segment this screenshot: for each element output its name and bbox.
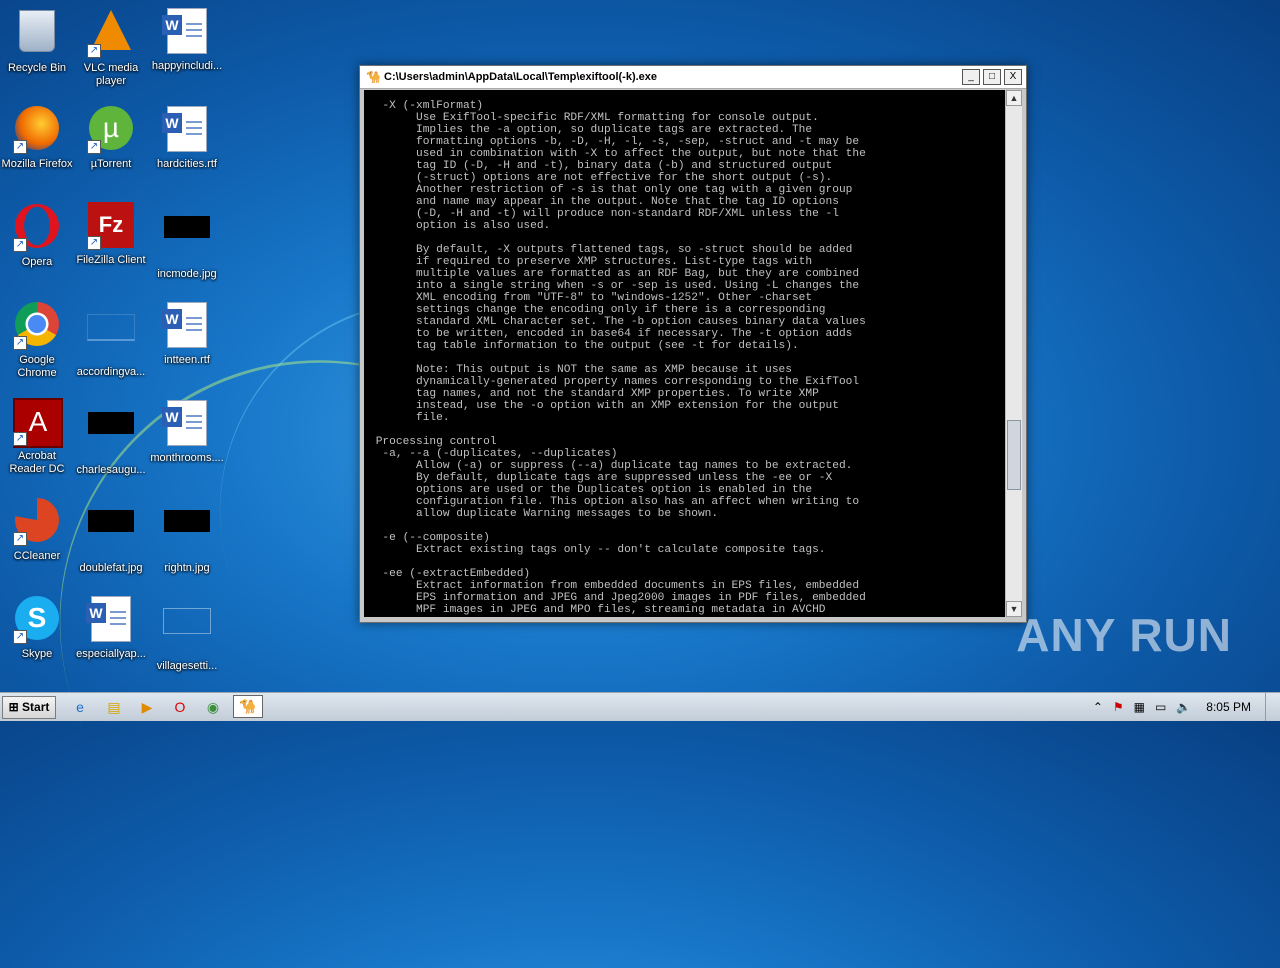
desktop-icon-file[interactable]: villagesetti... <box>150 594 224 673</box>
recycle-bin-icon <box>13 10 61 58</box>
desktop-icon-label: monthrooms.... <box>150 452 224 464</box>
internet-explorer-icon[interactable]: e <box>70 697 90 717</box>
image-thumbnail-icon <box>163 216 211 264</box>
image-thumbnail-icon <box>87 510 135 558</box>
vertical-scrollbar[interactable]: ▲ ▼ <box>1005 90 1022 617</box>
anyrun-watermark: ANY RUN <box>1016 609 1232 661</box>
desktop-icon-file[interactable]: charlesaugu... <box>74 398 148 477</box>
desktop-icon-label: intteen.rtf <box>164 354 210 366</box>
exiftool-taskbar-button[interactable]: 🐪 <box>233 695 263 718</box>
chrome-icon: ↗ <box>13 302 61 350</box>
filezilla-icon: Fz ↗ <box>87 202 135 250</box>
word-doc-icon: W <box>162 106 211 154</box>
desktop-icon-label: hardcities.rtf <box>157 158 217 170</box>
opera-taskbar-icon[interactable]: O <box>170 697 190 717</box>
file-icon <box>163 608 211 656</box>
desktop-icon-file[interactable]: doublefat.jpg <box>74 496 148 575</box>
display-icon[interactable]: ▭ <box>1155 700 1166 714</box>
desktop-icon-label: rightn.jpg <box>164 562 210 574</box>
window-titlebar[interactable]: 🐪 C:\Users\admin\AppData\Local\Temp\exif… <box>360 66 1026 89</box>
desktop-icon-file[interactable]: incmode.jpg <box>150 202 224 281</box>
exiftool-camel-icon: 🐪 <box>366 70 381 84</box>
desktop-icon-label: Acrobat Reader DC <box>9 450 65 475</box>
media-player-icon[interactable]: ▶ <box>137 697 157 717</box>
desktop-icon-file[interactable]: W monthrooms.... <box>150 398 224 465</box>
show-desktop-button[interactable] <box>1265 693 1280 721</box>
desktop-icon-label: accordingva... <box>76 366 146 378</box>
desktop-icon-label: Opera <box>21 256 53 268</box>
desktop-icon-file[interactable]: rightn.jpg <box>150 496 224 575</box>
start-label: Start <box>22 700 50 714</box>
desktop-icon-label: Recycle Bin <box>7 62 67 74</box>
file-explorer-icon[interactable]: ▤ <box>104 697 124 717</box>
show-hidden-icons-icon[interactable]: ⌃ <box>1093 700 1103 714</box>
desktop-icon-label: charlesaugu... <box>76 464 146 476</box>
network-icon[interactable]: ▦ <box>1134 700 1145 714</box>
start-button[interactable]: ⊞ Start <box>2 696 56 719</box>
opera-icon: ↗ <box>13 204 61 252</box>
desktop-icon-filezilla[interactable]: Fz ↗ FileZilla Client <box>74 202 148 267</box>
skype-icon: S ↗ <box>13 596 61 644</box>
console-window[interactable]: 🐪 C:\Users\admin\AppData\Local\Temp\exif… <box>359 65 1027 623</box>
file-icon <box>87 314 135 362</box>
desktop-icon-label: µTorrent <box>90 158 132 170</box>
image-thumbnail-icon <box>163 510 211 558</box>
desktop-icon-label: villagesetti... <box>156 660 218 672</box>
firefox-icon: ↗ <box>13 106 61 154</box>
word-doc-icon: W <box>162 400 211 448</box>
action-center-flag-icon[interactable]: ⚑ <box>1113 700 1124 714</box>
desktop-icon-skype[interactable]: S ↗ Skype <box>0 594 74 661</box>
clock[interactable]: 8:05 PM <box>1206 700 1251 714</box>
system-tray: ⌃ ⚑ ▦ ▭ 🔈 8:05 PM <box>1088 693 1280 721</box>
desktop-icon-acrobat[interactable]: A ↗ Acrobat Reader DC <box>0 398 74 476</box>
desktop-icon-file[interactable]: W especiallyap... <box>74 594 148 661</box>
scrollbar-thumb[interactable] <box>1007 420 1021 490</box>
desktop-icon-label: Google Chrome <box>17 354 57 379</box>
close-button[interactable]: X <box>1004 69 1022 85</box>
desktop-icon-file[interactable]: W hardcities.rtf <box>150 104 224 171</box>
chrome-taskbar-icon[interactable]: ◉ <box>203 697 223 717</box>
desktop-icon-file[interactable]: accordingva... <box>74 300 148 379</box>
volume-icon[interactable]: 🔈 <box>1176 700 1191 714</box>
desktop-icon-label: Mozilla Firefox <box>1 158 73 170</box>
vlc-icon: ↗ <box>87 10 135 58</box>
desktop-icon-label: Skype <box>21 648 53 660</box>
desktop-icon-label: especiallyap... <box>76 648 146 660</box>
console-text: -X (-xmlFormat) Use ExifTool-specific RD… <box>375 100 866 616</box>
desktop-icon-label: happyincludi... <box>151 60 223 72</box>
console-output[interactable]: -X (-xmlFormat) Use ExifTool-specific RD… <box>364 90 1005 617</box>
desktop-icon-opera[interactable]: ↗ Opera <box>0 202 74 269</box>
acrobat-icon: A ↗ <box>13 398 63 448</box>
desktop-icon-file[interactable]: W happyincludi... <box>150 6 224 73</box>
desktop-icon-utorrent[interactable]: µ ↗ µTorrent <box>74 104 148 171</box>
desktop-icon-chrome[interactable]: ↗ Google Chrome <box>0 300 74 380</box>
desktop-icon-recycle-bin[interactable]: Recycle Bin <box>0 6 74 75</box>
scroll-up-arrow-icon[interactable]: ▲ <box>1006 90 1022 106</box>
ccleaner-icon: ↗ <box>13 498 61 546</box>
desktop-icon-label: FileZilla Client <box>76 254 146 266</box>
windows-logo-icon: ⊞ <box>8 700 19 714</box>
word-doc-icon: W <box>162 302 211 350</box>
desktop-icon-vlc[interactable]: ↗ VLC media player <box>74 6 148 88</box>
image-thumbnail-icon <box>87 412 135 460</box>
taskbar: ⊞ Start e ▤ ▶ O ◉ 🐪 ⌃ ⚑ ▦ ▭ 🔈 8:05 PM <box>0 692 1280 721</box>
desktop-icon-label: VLC media player <box>83 62 139 87</box>
minimize-button[interactable]: _ <box>962 69 980 85</box>
desktop-icon-label: incmode.jpg <box>157 268 217 280</box>
desktop-icon-firefox[interactable]: ↗ Mozilla Firefox <box>0 104 74 171</box>
desktop-icon-label: CCleaner <box>13 550 61 562</box>
utorrent-icon: µ ↗ <box>87 106 135 154</box>
desktop-icon-file[interactable]: W intteen.rtf <box>150 300 224 367</box>
word-doc-icon: W <box>162 8 211 56</box>
desktop-icon-ccleaner[interactable]: ↗ CCleaner <box>0 496 74 563</box>
desktop-icon-label: doublefat.jpg <box>79 562 143 574</box>
maximize-button[interactable]: □ <box>983 69 1001 85</box>
window-title: C:\Users\admin\AppData\Local\Temp\exifto… <box>384 71 658 83</box>
word-doc-icon: W <box>86 596 135 644</box>
